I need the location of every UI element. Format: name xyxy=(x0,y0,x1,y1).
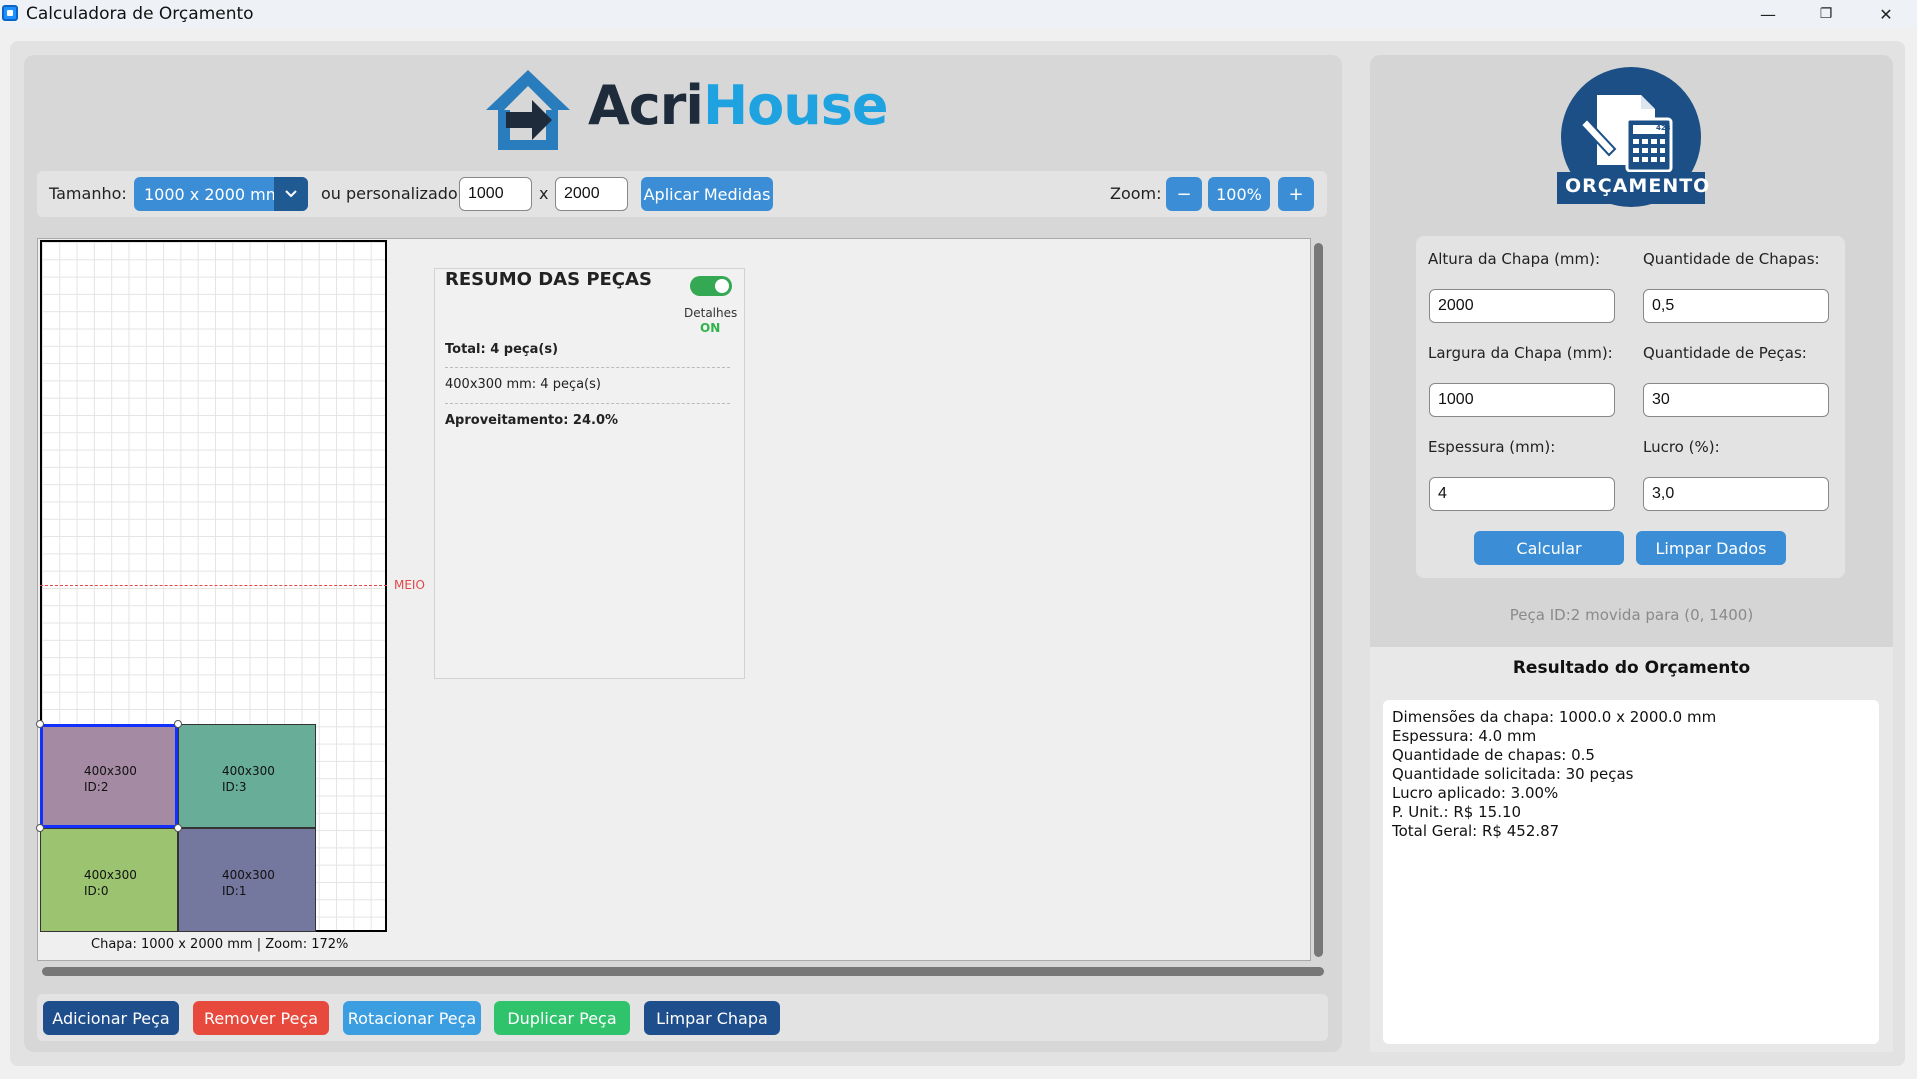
sheet-width-input[interactable] xyxy=(1429,383,1615,417)
piece-id-label: ID:1 xyxy=(222,884,247,898)
budget-badge-label: ORÇAMENTO xyxy=(1565,175,1711,197)
summary-divider xyxy=(445,403,730,404)
summary-total: Total: 4 peça(s) xyxy=(445,342,559,357)
piece-size-label: 400x300 xyxy=(84,764,137,778)
chevron-down-icon[interactable] xyxy=(274,177,308,211)
custom-size-label: ou personalizado: xyxy=(321,184,464,203)
horizontal-scrollbar[interactable] xyxy=(42,967,1324,976)
zoom-in-button[interactable]: + xyxy=(1278,177,1314,211)
dimension-separator: x xyxy=(539,184,549,203)
logo-wordmark: AcriHouse xyxy=(588,74,888,137)
thickness-label: Espessura (mm): xyxy=(1428,438,1556,456)
sheet-top-edge xyxy=(40,240,387,242)
sheet-size-value: 1000 x 2000 mm xyxy=(144,185,282,204)
pieces-quantity-label: Quantidade de Peças: xyxy=(1643,344,1807,362)
resize-handle[interactable] xyxy=(174,720,182,728)
details-toggle-state: ON xyxy=(700,321,721,335)
sheet-quantity-label: Quantidade de Chapas: xyxy=(1643,250,1820,268)
piece-id-label: ID:3 xyxy=(222,780,247,794)
piece-id-2[interactable]: 400x300 ID:2 xyxy=(40,724,178,828)
piece-size-label: 400x300 xyxy=(222,868,275,882)
sheet-quantity-input[interactable] xyxy=(1643,289,1829,323)
duplicate-piece-button[interactable]: Duplicar Peça xyxy=(494,1001,630,1035)
piece-id-1[interactable]: 400x300 ID:1 xyxy=(178,828,316,932)
apply-size-button[interactable]: Aplicar Medidas xyxy=(641,177,773,211)
acrihouse-logo: AcriHouse xyxy=(482,66,888,154)
calculator-display: 423 xyxy=(1656,124,1671,132)
piece-size-label: 400x300 xyxy=(222,764,275,778)
piece-id-label: ID:0 xyxy=(84,884,109,898)
result-title: Resultado do Orçamento xyxy=(1512,658,1751,678)
resize-handle[interactable] xyxy=(36,720,44,728)
size-label: Tamanho: xyxy=(49,184,127,203)
clear-data-button[interactable]: Limpar Dados xyxy=(1636,531,1786,565)
sheet-size-dropdown[interactable]: 1000 x 2000 mm xyxy=(134,177,308,211)
house-arrow-icon xyxy=(486,70,570,150)
calculate-button[interactable]: Calcular xyxy=(1474,531,1624,565)
zoom-label: Zoom: xyxy=(1110,184,1162,203)
window-title: Calculadora de Orçamento xyxy=(26,4,254,24)
vertical-scrollbar[interactable] xyxy=(1314,243,1323,957)
profit-label: Lucro (%): xyxy=(1643,438,1720,456)
clear-sheet-button[interactable]: Limpar Chapa xyxy=(644,1001,780,1035)
budget-badge: ORÇAMENTO 423 xyxy=(1557,67,1711,209)
thickness-input[interactable] xyxy=(1429,477,1615,511)
pieces-quantity-input[interactable] xyxy=(1643,383,1829,417)
details-toggle-label: Detalhes xyxy=(684,306,738,320)
zoom-out-button[interactable]: − xyxy=(1166,177,1202,211)
details-toggle[interactable] xyxy=(690,276,732,296)
close-button[interactable]: ✕ xyxy=(1857,0,1915,28)
pieces-summary-panel: RESUMO DAS PEÇAS Detalhes ON Total: 4 pe… xyxy=(434,268,745,679)
piece-id-3[interactable]: 400x300 ID:3 xyxy=(178,724,316,828)
rotate-piece-button[interactable]: Rotacionar Peça xyxy=(343,1001,481,1035)
restore-button[interactable]: ❐ xyxy=(1797,0,1855,28)
result-line: P. Unit.: R$ 15.10 xyxy=(1392,803,1522,821)
middle-guide-label: MEIO xyxy=(394,578,425,592)
title-bar: Calculadora de Orçamento — ❐ ✕ xyxy=(0,0,1917,28)
app-icon xyxy=(2,5,18,21)
status-message: Peça ID:2 movida para (0, 1400) xyxy=(1509,606,1754,624)
result-line: Espessura: 4.0 mm xyxy=(1392,727,1537,745)
result-line: Lucro aplicado: 3.00% xyxy=(1392,784,1559,802)
profit-input[interactable] xyxy=(1643,477,1829,511)
sheet-width-label: Largura da Chapa (mm): xyxy=(1428,344,1613,362)
minimize-button[interactable]: — xyxy=(1739,0,1797,28)
resize-handle[interactable] xyxy=(36,824,44,832)
piece-id-0[interactable]: 400x300 ID:0 xyxy=(40,828,178,932)
result-line: Quantidade solicitada: 30 peças xyxy=(1392,765,1634,783)
remove-piece-button[interactable]: Remover Peça xyxy=(193,1001,329,1035)
result-line: Dimensões da chapa: 1000.0 x 2000.0 mm xyxy=(1392,708,1717,726)
resize-handle[interactable] xyxy=(174,824,182,832)
piece-size-label: 400x300 xyxy=(84,868,137,882)
summary-title: RESUMO DAS PEÇAS xyxy=(445,269,652,290)
zoom-reset-button[interactable]: 100% xyxy=(1208,177,1270,211)
summary-usage: Aproveitamento: 24.0% xyxy=(445,413,619,428)
middle-guide-line xyxy=(40,585,387,586)
sheet-height-label: Altura da Chapa (mm): xyxy=(1428,250,1601,268)
custom-width-input[interactable] xyxy=(459,177,532,211)
add-piece-button[interactable]: Adicionar Peça xyxy=(43,1001,179,1035)
sheet-height-input[interactable] xyxy=(1429,289,1615,323)
result-line: Quantidade de chapas: 0.5 xyxy=(1392,746,1595,764)
piece-id-label: ID:2 xyxy=(84,780,109,794)
summary-divider xyxy=(445,367,730,368)
custom-height-input[interactable] xyxy=(555,177,628,211)
result-line: Total Geral: R$ 452.87 xyxy=(1392,822,1560,840)
result-text-area[interactable]: Dimensões da chapa: 1000.0 x 2000.0 mm E… xyxy=(1383,700,1879,1044)
sheet-caption: Chapa: 1000 x 2000 mm | Zoom: 172% xyxy=(91,937,349,952)
summary-line-item: 400x300 mm: 4 peça(s) xyxy=(445,377,601,392)
